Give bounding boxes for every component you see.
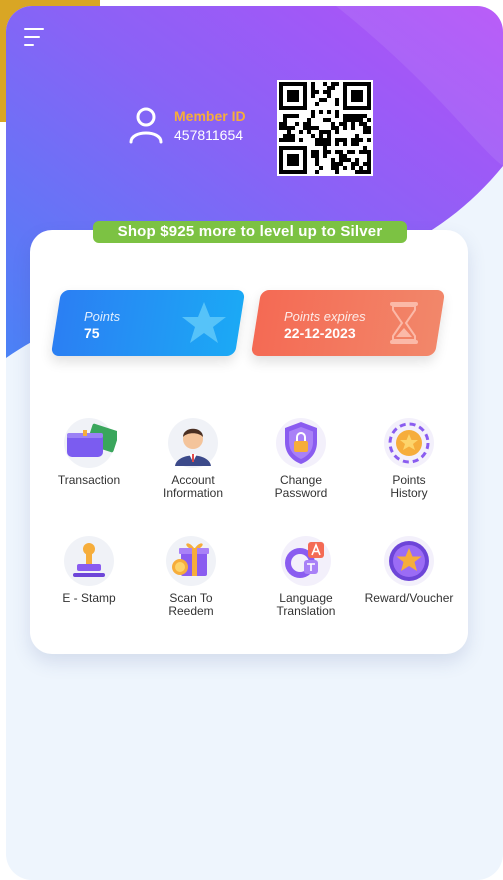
points-tile[interactable]: Points 75 bbox=[50, 290, 246, 356]
menu-change-password-label: Change Password bbox=[274, 473, 328, 500]
points-expires-tile[interactable]: Points expires 22-12-2023 bbox=[250, 290, 446, 356]
menu-transaction[interactable]: Transaction bbox=[34, 416, 144, 487]
menu-e-stamp[interactable]: E - Stamp bbox=[34, 534, 144, 605]
menu-account-information[interactable]: Account Information bbox=[138, 416, 248, 500]
menu-account-information-label: Account Information bbox=[162, 473, 224, 500]
points-expires-value: 22-12-2023 bbox=[284, 325, 356, 341]
menu-scan-to-redeem-label: Scan To Reedem bbox=[168, 591, 214, 618]
menu-scan-to-redeem[interactable]: Scan To Reedem bbox=[136, 534, 246, 618]
account-person-icon bbox=[168, 418, 218, 468]
menu-points-history-label: Points History bbox=[390, 473, 428, 500]
member-id-block: Member ID 457811654 bbox=[128, 106, 246, 144]
hamburger-menu-icon[interactable] bbox=[24, 26, 48, 48]
menu-reward-voucher-label: Reward/Voucher bbox=[364, 591, 454, 605]
menu-points-history[interactable]: Points History bbox=[354, 416, 464, 500]
hourglass-icon bbox=[390, 302, 418, 344]
language-translate-icon bbox=[281, 536, 331, 586]
reward-star-badge-icon bbox=[384, 536, 434, 586]
coin-history-icon bbox=[384, 418, 434, 468]
wallet-cash-icon bbox=[64, 418, 117, 468]
menu-transaction-label: Transaction bbox=[57, 473, 121, 487]
member-id-value: 457811654 bbox=[174, 126, 244, 143]
level-up-banner: Shop $925 more to level up to Silver bbox=[93, 221, 407, 243]
star-icon bbox=[182, 302, 226, 343]
menu-language-translation-label: Language Translation bbox=[276, 591, 336, 618]
member-id-label: Member ID bbox=[174, 107, 246, 124]
shield-lock-icon bbox=[276, 418, 326, 468]
menu-change-password[interactable]: Change Password bbox=[246, 416, 356, 500]
user-icon bbox=[129, 107, 163, 144]
stamp-icon bbox=[64, 536, 114, 586]
menu-e-stamp-label: E - Stamp bbox=[62, 591, 116, 605]
menu-language-translation[interactable]: Language Translation bbox=[251, 534, 361, 618]
member-qr-code[interactable] bbox=[277, 80, 373, 176]
points-expires-label: Points expires bbox=[284, 309, 366, 324]
points-label: Points bbox=[84, 309, 121, 324]
points-value: 75 bbox=[84, 325, 100, 341]
gift-coin-icon bbox=[166, 536, 216, 586]
menu-reward-voucher[interactable]: Reward/Voucher bbox=[354, 534, 464, 605]
